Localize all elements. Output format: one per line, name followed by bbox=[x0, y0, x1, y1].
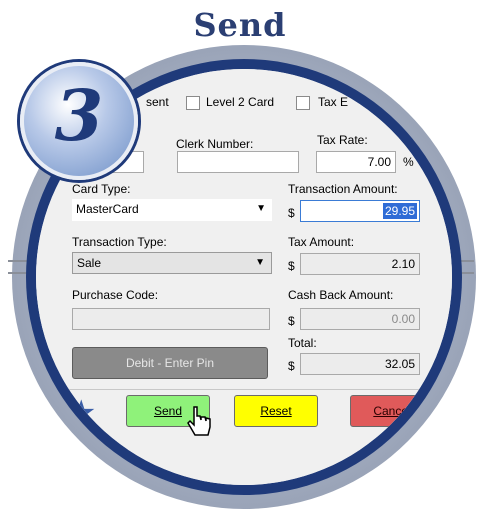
cash-back-input[interactable]: 0.00 bbox=[300, 308, 420, 330]
currency-symbol: $ bbox=[288, 259, 295, 273]
debit-enter-pin-button[interactable]: Debit - Enter Pin bbox=[72, 347, 268, 379]
reset-button[interactable]: Reset bbox=[234, 395, 318, 427]
total-label: Total: bbox=[288, 336, 317, 350]
currency-symbol: $ bbox=[288, 359, 295, 373]
transaction-amount-input[interactable]: 29.95 bbox=[300, 200, 420, 222]
cursor-hand-icon bbox=[187, 406, 211, 436]
total-input[interactable]: 32.05 bbox=[300, 353, 420, 375]
transaction-type-value: Sale bbox=[77, 256, 102, 270]
cancel-button[interactable]: Cancel bbox=[350, 395, 434, 427]
level2-label: Level 2 Card bbox=[206, 95, 275, 109]
currency-symbol: $ bbox=[288, 206, 295, 220]
tax-exempt-checkbox[interactable] bbox=[296, 96, 310, 110]
transaction-amount-label: Transaction Amount: bbox=[288, 182, 398, 196]
transaction-type-label: Transaction Type: bbox=[72, 235, 167, 249]
cash-back-label: Cash Back Amount: bbox=[288, 288, 394, 302]
page-title: Send bbox=[193, 6, 287, 44]
step-badge: 3 bbox=[20, 62, 138, 180]
star-icon: ★ bbox=[66, 394, 97, 432]
chevron-down-icon: ▼ bbox=[255, 257, 265, 268]
card-present-label: sent bbox=[146, 95, 169, 109]
clerk-number-label: Clerk Number: bbox=[176, 137, 254, 151]
tax-rate-label: Tax Rate: bbox=[317, 133, 368, 147]
step-number: 3 bbox=[54, 74, 104, 157]
card-type-select[interactable]: MasterCard ▼ bbox=[72, 199, 272, 221]
chevron-down-icon: ▼ bbox=[256, 203, 266, 214]
transaction-type-select[interactable]: Sale ▼ bbox=[72, 252, 272, 274]
tax-amount-label: Tax Amount: bbox=[288, 235, 355, 249]
percent-sign: % bbox=[403, 155, 414, 169]
tax-rate-input[interactable]: 7.00 bbox=[316, 151, 396, 173]
purchase-code-input[interactable] bbox=[72, 308, 270, 330]
tax-amount-input[interactable]: 2.10 bbox=[300, 253, 420, 275]
card-type-value: MasterCard bbox=[76, 202, 139, 216]
tax-exempt-label: Tax E bbox=[318, 95, 349, 109]
section-divider bbox=[36, 389, 452, 390]
currency-symbol: $ bbox=[288, 314, 295, 328]
transaction-amount-value: 29.95 bbox=[382, 203, 417, 219]
purchase-code-label: Purchase Code: bbox=[72, 288, 159, 302]
clerk-number-input[interactable] bbox=[177, 151, 299, 173]
card-type-label: Card Type: bbox=[72, 182, 131, 196]
level2-checkbox[interactable] bbox=[186, 96, 200, 110]
